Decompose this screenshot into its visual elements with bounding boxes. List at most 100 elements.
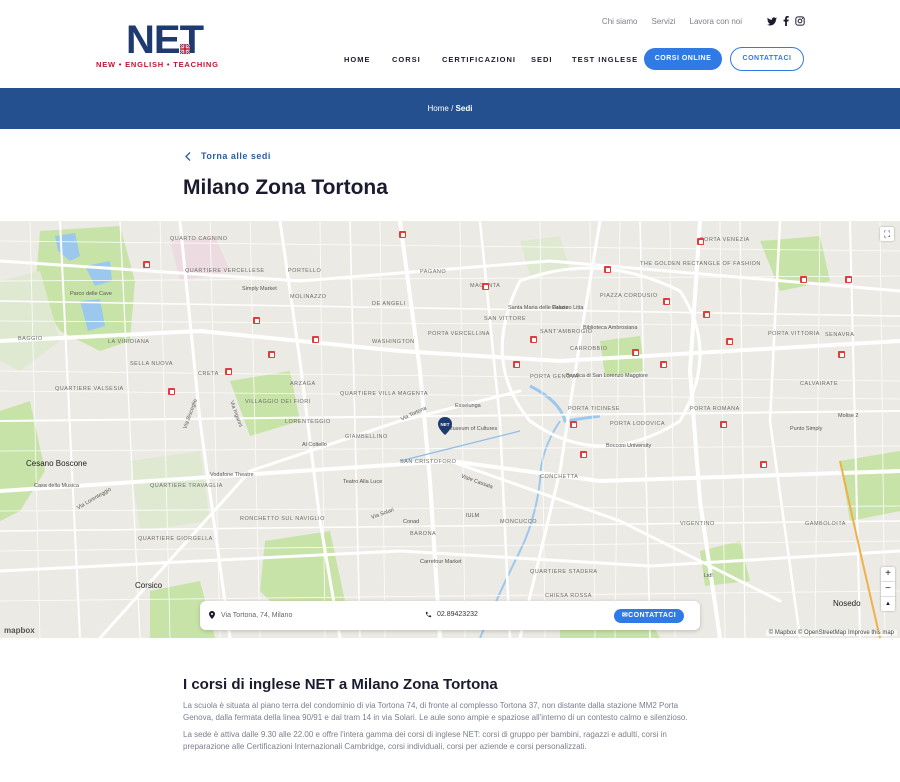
nav-sedi[interactable]: SEDI xyxy=(531,55,572,64)
logo-tagline: NEW • ENGLISH • TEACHING xyxy=(96,60,219,69)
chevron-left-icon xyxy=(185,151,191,161)
map-label: QUARTIERE VALSESIA xyxy=(55,386,124,392)
map-label: Molise 2 xyxy=(838,413,859,419)
svg-text:NET: NET xyxy=(441,422,450,427)
back-link[interactable]: Torna alle sedi xyxy=(185,151,271,161)
map-label: PORTA VERCELLINA xyxy=(428,331,490,337)
uk-flag-icon xyxy=(180,44,190,54)
twitter-icon[interactable] xyxy=(767,16,777,26)
corsi-online-button[interactable]: CORSI ONLINE xyxy=(644,48,722,70)
map-label: PORTA LODOVICA xyxy=(610,421,666,427)
map-label: Cesano Boscone xyxy=(26,459,87,468)
metro-station-icon xyxy=(399,231,406,238)
location-map[interactable]: QUARTO CAGNINO QUARTIERE VERCELLESE Parc… xyxy=(0,221,900,638)
map-label: Parco delle Cave xyxy=(70,291,112,297)
address-text: Via Tortona, 74, Milano xyxy=(221,611,293,619)
back-link-label: Torna alle sedi xyxy=(201,151,271,161)
map-label: Corsico xyxy=(135,581,163,590)
info-contattaci-button[interactable]: ✉CONTATTACI xyxy=(614,609,684,623)
map-label: SENAVRA xyxy=(825,332,855,338)
map-label: QUARTIERE VERCELLESE xyxy=(185,268,265,274)
breadcrumb-home[interactable]: Home xyxy=(428,104,449,113)
metro-station-icon xyxy=(697,238,704,245)
map-label: Simply Market xyxy=(242,286,277,292)
metro-station-icon xyxy=(703,311,710,318)
map-label: Bocconi University xyxy=(606,443,652,449)
metro-station-icon xyxy=(530,336,537,343)
fullscreen-button[interactable]: ⛶ xyxy=(880,227,894,241)
section-heading: I corsi di inglese NET a Milano Zona Tor… xyxy=(183,676,498,693)
map-label: Biblioteca Ambrosiana xyxy=(583,325,638,331)
map-label: PORTELLO xyxy=(288,268,322,274)
map-label: CHIESA ROSSA xyxy=(545,593,592,599)
metro-station-icon xyxy=(726,338,733,345)
toplink-servizi[interactable]: Servizi xyxy=(652,17,676,26)
map-marker-icon xyxy=(209,611,215,619)
nav-certificazioni[interactable]: CERTIFICAZIONI xyxy=(442,55,531,64)
toplink-lavora[interactable]: Lavora con noi xyxy=(690,17,742,26)
map-label: SAN VITTORE xyxy=(484,316,527,322)
map-label: CRETA xyxy=(198,371,219,377)
map-label: MOLINAZZO xyxy=(290,294,327,300)
map-label: CONCHETTA xyxy=(540,474,579,480)
description-paragraph: La scuola è situata al piano terra del c… xyxy=(183,701,688,722)
map-label: DE ANGELI xyxy=(372,301,406,307)
nav-corsi[interactable]: CORSI xyxy=(392,55,442,64)
breadcrumb-banner: Home / Sedi xyxy=(0,88,900,129)
location-pin-icon[interactable]: NET xyxy=(438,417,452,435)
description-paragraph: La sede è attiva dalle 9.30 alle 22.00 e… xyxy=(183,730,667,751)
map-label: LORENTEGGIO xyxy=(285,419,331,425)
metro-station-icon xyxy=(580,451,587,458)
facebook-icon[interactable] xyxy=(783,16,789,26)
logo-text: NET xyxy=(126,18,204,62)
metro-station-icon xyxy=(660,361,667,368)
map-label: WASHINGTON xyxy=(372,339,415,345)
map-label: GAMBOLOITA xyxy=(805,521,846,527)
map-label: CARROBBIO xyxy=(570,346,608,352)
map-label: Al Coltello xyxy=(302,442,327,448)
top-links: Chi siamo Servizi Lavora con noi xyxy=(602,17,742,26)
social-links xyxy=(767,16,805,26)
map-label: QUARTIERE VILLA MAGENTA xyxy=(340,391,429,397)
breadcrumb-current: Sedi xyxy=(455,104,473,113)
page-title: Milano Zona Tortona xyxy=(183,176,388,199)
map-attribution[interactable]: © Mapbox © OpenStreetMap Improve this ma… xyxy=(765,630,897,636)
metro-station-icon xyxy=(570,421,577,428)
metro-station-icon xyxy=(225,368,232,375)
nav-test-inglese[interactable]: TEST INGLESE xyxy=(572,55,638,64)
compass-button[interactable]: ▲ xyxy=(881,597,895,611)
net-logo[interactable]: NET NEW • ENGLISH • TEACHING xyxy=(96,20,226,70)
map-label: THE GOLDEN RECTANGLE OF FASHION xyxy=(640,261,761,267)
map-label: Santa Maria delle Grazie xyxy=(508,305,569,311)
map-label: PORTA VENEZIA xyxy=(700,237,750,243)
map-label: LA VIRIDIANA xyxy=(108,339,150,345)
map-label: Museum of Cultures xyxy=(448,426,498,432)
metro-station-icon xyxy=(312,336,319,343)
map-label: QUARTIERE TRAVAGLIA xyxy=(150,483,223,489)
map-label: Punto Simply xyxy=(790,426,823,432)
instagram-icon[interactable] xyxy=(795,16,805,26)
address-item: Via Tortona, 74, Milano xyxy=(209,611,292,619)
map-label: Nosedo xyxy=(833,599,861,608)
map-label: QUARTO CAGNINO xyxy=(170,236,228,242)
metro-station-icon xyxy=(760,461,767,468)
site-header: NET NEW • ENGLISH • TEACHING Chi siamo S… xyxy=(0,0,900,88)
mapbox-logo[interactable]: mapbox xyxy=(4,626,35,635)
toplink-chi-siamo[interactable]: Chi siamo xyxy=(602,17,638,26)
metro-station-icon xyxy=(720,421,727,428)
map-label: Esselunga xyxy=(455,403,481,409)
nav-home[interactable]: HOME xyxy=(344,55,392,64)
metro-station-icon xyxy=(663,298,670,305)
phone-item[interactable]: 02.89423232 xyxy=(425,611,478,618)
contattaci-button[interactable]: CONTATTACI xyxy=(730,47,804,71)
map-label: Vodafone Theatre xyxy=(210,472,254,478)
metro-station-icon xyxy=(838,351,845,358)
zoom-controls: + − ▲ xyxy=(881,567,895,611)
main-nav: HOME CORSI CERTIFICAZIONI SEDI TEST INGL… xyxy=(344,55,638,64)
map-label: QUARTIERE GIORGELLA xyxy=(138,536,213,542)
map-label: QUARTIERE STADERA xyxy=(530,569,598,575)
phone-text: 02.89423232 xyxy=(437,611,478,618)
zoom-in-button[interactable]: + xyxy=(881,567,895,582)
zoom-out-button[interactable]: − xyxy=(881,582,895,597)
metro-station-icon xyxy=(513,361,520,368)
